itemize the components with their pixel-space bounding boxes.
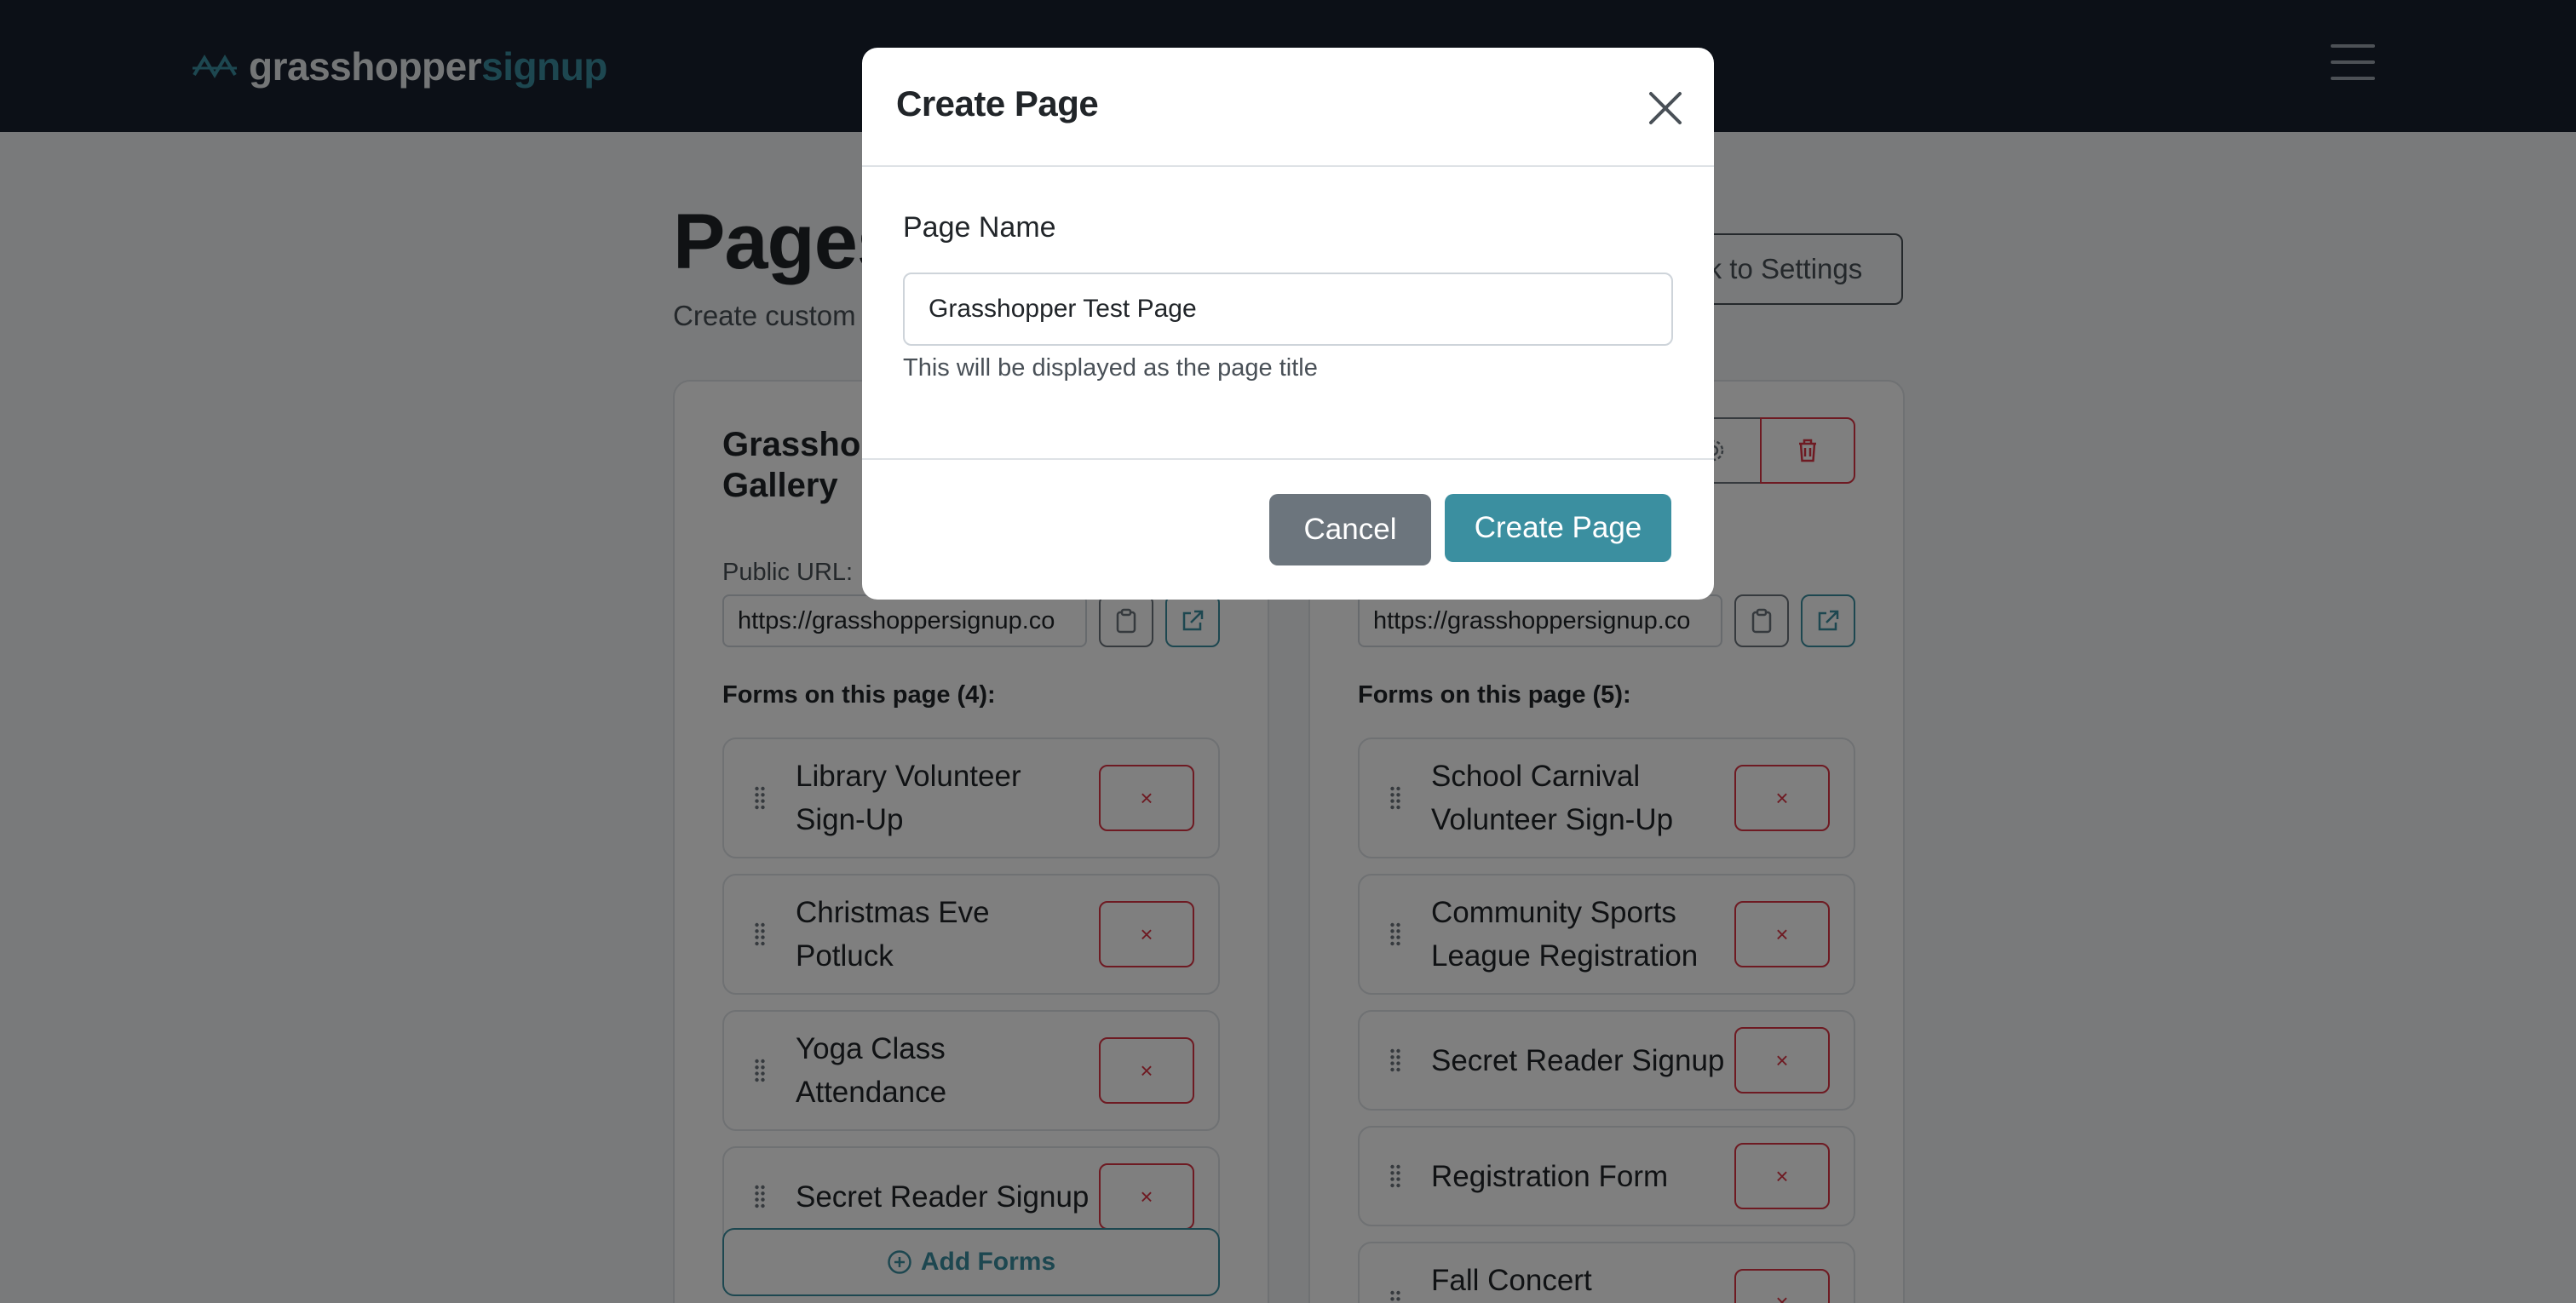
page-name-label: Page Name: [903, 211, 1056, 244]
close-icon[interactable]: [1646, 89, 1685, 128]
modal-title: Create Page: [896, 83, 1099, 123]
cancel-button[interactable]: Cancel: [1269, 494, 1431, 565]
create-page-button[interactable]: Create Page: [1445, 494, 1671, 562]
modal-footer: Cancel Create Page: [862, 458, 1714, 600]
page-name-help: This will be displayed as the page title: [903, 354, 1318, 382]
create-page-modal: Create Page Page Name This will be displ…: [862, 48, 1714, 600]
modal-header: Create Page: [862, 48, 1714, 167]
page-name-input[interactable]: [903, 273, 1673, 346]
